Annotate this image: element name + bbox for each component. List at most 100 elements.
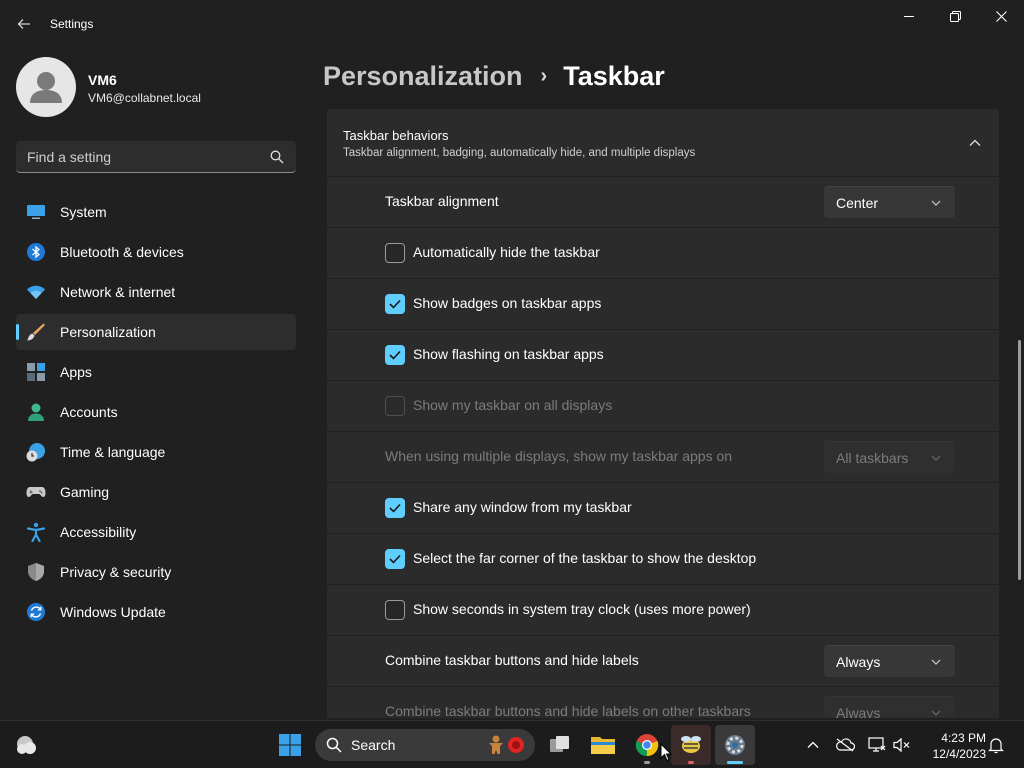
find-setting-search[interactable] (16, 141, 296, 173)
taskbar-alignment-dropdown[interactable]: Center (824, 186, 955, 218)
taskbar-search-box[interactable]: Search (315, 729, 535, 761)
sidebar: VM6 VM6@collabnet.local System Bluetooth… (0, 48, 310, 718)
sidebar-item-accessibility[interactable]: Accessibility (16, 514, 296, 550)
avatar[interactable] (16, 57, 76, 117)
far-corner-checkbox[interactable] (385, 549, 405, 569)
settings-button[interactable] (715, 725, 755, 765)
minimize-button[interactable] (886, 0, 932, 32)
chevron-down-icon (931, 455, 941, 461)
close-icon (995, 10, 1007, 22)
weather-icon (17, 736, 36, 754)
breadcrumb: Personalization › Taskbar (323, 58, 665, 94)
brush-icon (26, 322, 46, 342)
weather-widget[interactable] (6, 725, 46, 765)
dropdown-value: Center (836, 195, 879, 211)
dropdown-value: Always (836, 705, 881, 718)
sidebar-item-label: Network & internet (60, 284, 176, 300)
multiple-displays-row: When using multiple displays, show my ta… (327, 432, 999, 482)
checkbox-label: Show my taskbar on all displays (413, 397, 613, 413)
combine-buttons-dropdown[interactable]: Always (824, 645, 955, 677)
close-button[interactable] (978, 0, 1024, 32)
checkbox-label[interactable]: Share any window from my taskbar (413, 499, 632, 515)
auto-hide-taskbar-checkbox[interactable] (385, 243, 405, 263)
dropdown-value: All taskbars (836, 450, 909, 466)
taskbar-clock[interactable]: 4:23 PM 12/4/2023 (920, 730, 986, 762)
section-title: Taskbar behaviors (343, 128, 449, 143)
sidebar-item-network[interactable]: Network & internet (16, 274, 296, 310)
running-indicator (688, 761, 694, 764)
sidebar-item-label: System (60, 204, 107, 220)
sidebar-item-label: Privacy & security (60, 564, 172, 580)
restore-icon (949, 10, 961, 22)
taskbar-behaviors-panel: Taskbar behaviors Taskbar alignment, bad… (327, 109, 999, 718)
chevron-up-icon[interactable] (965, 133, 985, 153)
show-badges-checkbox[interactable] (385, 294, 405, 314)
combine-buttons-other-row: Combine taskbar buttons and hide labels … (327, 687, 999, 718)
share-window-checkbox[interactable] (385, 498, 405, 518)
sidebar-item-system[interactable]: System (16, 194, 296, 230)
checkmark-icon (389, 299, 401, 309)
sidebar-item-label: Bluetooth & devices (60, 244, 184, 260)
show-on-all-displays-checkbox (385, 396, 405, 416)
shield-icon (26, 562, 46, 582)
checkbox-label[interactable]: Select the far corner of the taskbar to … (413, 550, 756, 566)
chevron-up-icon[interactable] (803, 735, 823, 755)
checkbox-label[interactable]: Show flashing on taskbar apps (413, 346, 604, 362)
sidebar-item-windows-update[interactable]: Windows Update (16, 594, 296, 630)
sidebar-item-gaming[interactable]: Gaming (16, 474, 296, 510)
file-explorer-button[interactable] (583, 725, 623, 765)
chevron-down-icon (931, 659, 941, 665)
task-view-icon (550, 736, 569, 752)
sidebar-item-privacy-security[interactable]: Privacy & security (16, 554, 296, 590)
search-icon[interactable] (270, 150, 284, 164)
minimize-icon (904, 16, 914, 17)
sidebar-item-personalization[interactable]: Personalization (16, 314, 296, 350)
show-seconds-checkbox[interactable] (385, 600, 405, 620)
settings-icon (725, 735, 745, 755)
setting-label: When using multiple displays, show my ta… (385, 448, 733, 464)
record-icon (508, 737, 524, 753)
show-on-all-displays-row: Show my taskbar on all displays (327, 381, 999, 431)
sidebar-item-bluetooth[interactable]: Bluetooth & devices (16, 234, 296, 270)
bluetooth-icon (26, 242, 46, 262)
taskbar-behaviors-header[interactable]: Taskbar behaviors Taskbar alignment, bad… (327, 109, 999, 176)
sidebar-item-label: Windows Update (60, 604, 166, 620)
checkbox-label[interactable]: Show badges on taskbar apps (413, 295, 601, 311)
sidebar-item-label: Personalization (60, 324, 156, 340)
checkbox-label[interactable]: Show seconds in system tray clock (uses … (413, 601, 751, 617)
start-button[interactable] (270, 725, 310, 765)
far-corner-row: Select the far corner of the taskbar to … (327, 534, 999, 584)
sidebar-item-accounts[interactable]: Accounts (16, 394, 296, 430)
app-button[interactable] (671, 725, 711, 765)
show-flashing-checkbox[interactable] (385, 345, 405, 365)
checkbox-label[interactable]: Automatically hide the taskbar (413, 244, 600, 260)
user-email: VM6@collabnet.local (88, 91, 201, 105)
chevron-down-icon (931, 710, 941, 716)
sidebar-item-time-language[interactable]: Time & language (16, 434, 296, 470)
taskbar: Search 4:23 PM 12/4/2023 (0, 720, 1024, 768)
breadcrumb-separator: › (540, 64, 548, 87)
scrollbar[interactable] (1018, 340, 1021, 580)
app-icon (681, 736, 701, 753)
search-input[interactable] (16, 141, 266, 172)
restore-button[interactable] (932, 0, 978, 32)
back-button[interactable] (10, 10, 38, 38)
search-icon (326, 737, 342, 753)
notification-bell-icon[interactable] (986, 735, 1006, 755)
combine-buttons-row: Combine taskbar buttons and hide labels … (327, 636, 999, 686)
onedrive-offline-icon[interactable] (835, 735, 855, 755)
clock-date: 12/4/2023 (932, 747, 986, 761)
volume-muted-icon[interactable] (892, 735, 912, 755)
network-icon[interactable] (867, 735, 887, 755)
chevron-down-icon (931, 200, 941, 206)
task-view-button[interactable] (540, 725, 580, 765)
breadcrumb-parent-link[interactable]: Personalization (323, 61, 523, 92)
sidebar-nav: System Bluetooth & devices Network & int… (16, 194, 296, 634)
sidebar-item-apps[interactable]: Apps (16, 354, 296, 390)
title-bar: Settings (0, 0, 1024, 48)
show-badges-row: Show badges on taskbar apps (327, 279, 999, 329)
system-icon (26, 202, 46, 222)
gingerbread-icon (489, 735, 503, 754)
running-indicator (644, 761, 650, 764)
sidebar-item-label: Gaming (60, 484, 110, 500)
